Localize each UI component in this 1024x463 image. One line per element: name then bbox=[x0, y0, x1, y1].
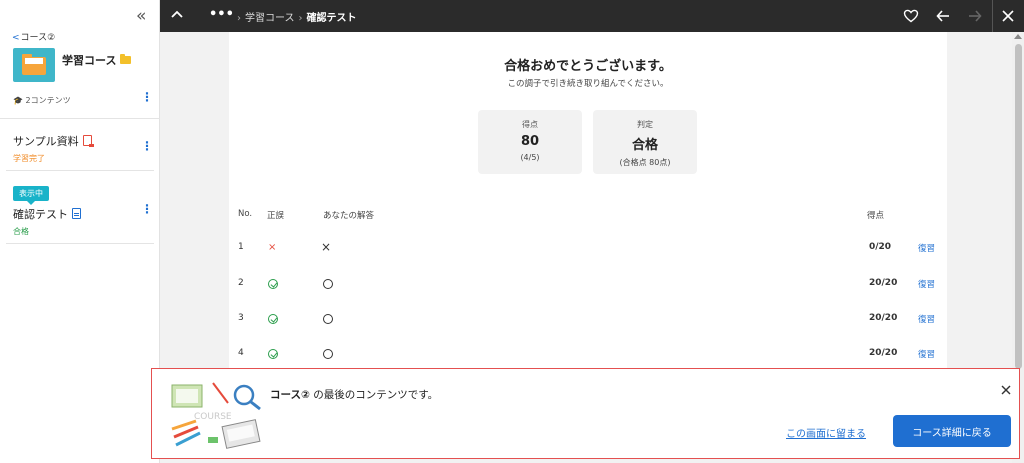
correct-icon bbox=[268, 279, 278, 292]
arrow-right-icon bbox=[969, 10, 982, 22]
course-thumbnail bbox=[13, 48, 55, 82]
table-row: 3 20/20 復習 bbox=[229, 313, 947, 333]
score-value: 80 bbox=[520, 134, 540, 149]
row-no: 4 bbox=[238, 348, 244, 358]
sidebar: « <コース② 学習コース 🎓 2コンテンツ ⋮ サンプル資料 学習完了 ⋮ 表… bbox=[0, 0, 160, 463]
judge-box: 判定 合格 (合格点 80点) bbox=[593, 110, 697, 174]
scrollbar-thumb[interactable] bbox=[1015, 44, 1022, 369]
document-icon bbox=[72, 208, 81, 219]
table-row: 4 20/20 復習 bbox=[229, 348, 947, 368]
review-link[interactable]: 復習 bbox=[918, 348, 935, 360]
correct-icon bbox=[268, 349, 278, 362]
circle-answer-icon bbox=[323, 349, 333, 362]
judge-label: 判定 bbox=[637, 120, 653, 129]
breadcrumb-current: 確認テスト bbox=[306, 13, 357, 24]
row-no: 3 bbox=[238, 313, 244, 323]
correct-icon bbox=[268, 314, 278, 327]
pdf-icon bbox=[82, 135, 94, 147]
current-badge: 表示中 bbox=[13, 186, 49, 205]
course-title: 学習コース bbox=[62, 52, 132, 68]
circle-answer-icon bbox=[323, 314, 333, 327]
content-count: 🎓 2コンテンツ bbox=[13, 96, 71, 105]
row-no: 2 bbox=[238, 278, 244, 288]
banner-message-text: の最後のコンテンツです。 bbox=[309, 389, 439, 401]
breadcrumb: › 学習コース › 確認テスト bbox=[237, 13, 357, 24]
chevron-left-icon: < bbox=[12, 33, 20, 43]
score-sub: (4/5) bbox=[520, 153, 540, 162]
judge-sub: (合格点 80点) bbox=[619, 158, 671, 167]
judge-value: 合格 bbox=[631, 138, 658, 153]
review-link[interactable]: 復習 bbox=[918, 313, 935, 325]
breadcrumb-parent[interactable]: 学習コース bbox=[245, 13, 295, 24]
item-status: 合格 bbox=[13, 227, 29, 236]
review-link[interactable]: 復習 bbox=[918, 278, 935, 290]
score-label: 得点 bbox=[522, 120, 538, 129]
banner-course-name: コース② bbox=[270, 389, 310, 401]
row-score: 20/20 bbox=[869, 313, 898, 323]
folder-icon bbox=[120, 54, 132, 64]
back-to-course-button[interactable]: コース詳細に戻る bbox=[893, 415, 1011, 447]
item-menu-icon[interactable]: ⋮ bbox=[141, 203, 153, 215]
back-link-label: コース② bbox=[20, 33, 56, 43]
row-no: 1 bbox=[238, 242, 244, 252]
header-correct: 正誤 bbox=[267, 211, 285, 221]
result-subheading: この調子で引き続き取り組んでください。 bbox=[507, 79, 669, 89]
heart-icon[interactable] bbox=[903, 8, 919, 24]
sidebar-item-label: サンプル資料 bbox=[13, 135, 79, 148]
header-answer: あなたの解答 bbox=[323, 211, 375, 221]
close-icon[interactable] bbox=[1001, 385, 1011, 395]
scroll-up-icon[interactable] bbox=[1014, 34, 1022, 39]
table-row: 2 20/20 復習 bbox=[229, 278, 947, 298]
close-icon[interactable] bbox=[1000, 8, 1016, 24]
top-bar: ••• › 学習コース › 確認テスト bbox=[160, 0, 1024, 32]
arrow-left-icon[interactable] bbox=[935, 8, 951, 24]
score-box: 得点 80 (4/5) bbox=[478, 110, 582, 174]
content-count-text: 2コンテンツ bbox=[25, 96, 71, 105]
stay-on-page-link[interactable]: この画面に留まる bbox=[786, 425, 866, 440]
row-score: 0/20 bbox=[869, 242, 892, 252]
circle-answer-icon bbox=[323, 279, 333, 292]
collapse-sidebar-icon[interactable]: « bbox=[136, 6, 147, 26]
course-illustration: COURSE bbox=[171, 382, 261, 449]
sidebar-item-label: 確認テスト bbox=[13, 208, 68, 221]
course-menu-icon[interactable]: ⋮ bbox=[141, 91, 153, 103]
back-to-course-link[interactable]: <コース② bbox=[12, 30, 55, 43]
banner-message: コース② の最後のコンテンツです。 bbox=[270, 387, 438, 402]
more-icon[interactable]: ••• bbox=[209, 7, 234, 22]
course-title-text: 学習コース bbox=[62, 54, 117, 67]
item-menu-icon[interactable]: ⋮ bbox=[141, 140, 153, 152]
result-panel: 合格おめでとうございます。 この調子で引き続き取り組んでください。 得点 80 … bbox=[229, 32, 947, 372]
svg-text:COURSE: COURSE bbox=[194, 412, 232, 422]
header-no: No. bbox=[238, 209, 253, 219]
result-heading: 合格おめでとうございます。 bbox=[504, 59, 672, 74]
chevron-up-icon[interactable] bbox=[170, 7, 184, 21]
last-content-banner: COURSE コース② の最後のコンテンツです。 この画面に留まる コース詳細に… bbox=[151, 368, 1020, 459]
header-score: 得点 bbox=[867, 211, 885, 221]
row-answer: × bbox=[321, 240, 332, 254]
table-row: 1 × × 0/20 復習 bbox=[229, 240, 947, 262]
row-score: 20/20 bbox=[869, 278, 898, 288]
row-score: 20/20 bbox=[869, 348, 898, 358]
review-link[interactable]: 復習 bbox=[918, 242, 935, 254]
item-status: 学習完了 bbox=[13, 154, 45, 163]
incorrect-icon: × bbox=[268, 242, 277, 253]
